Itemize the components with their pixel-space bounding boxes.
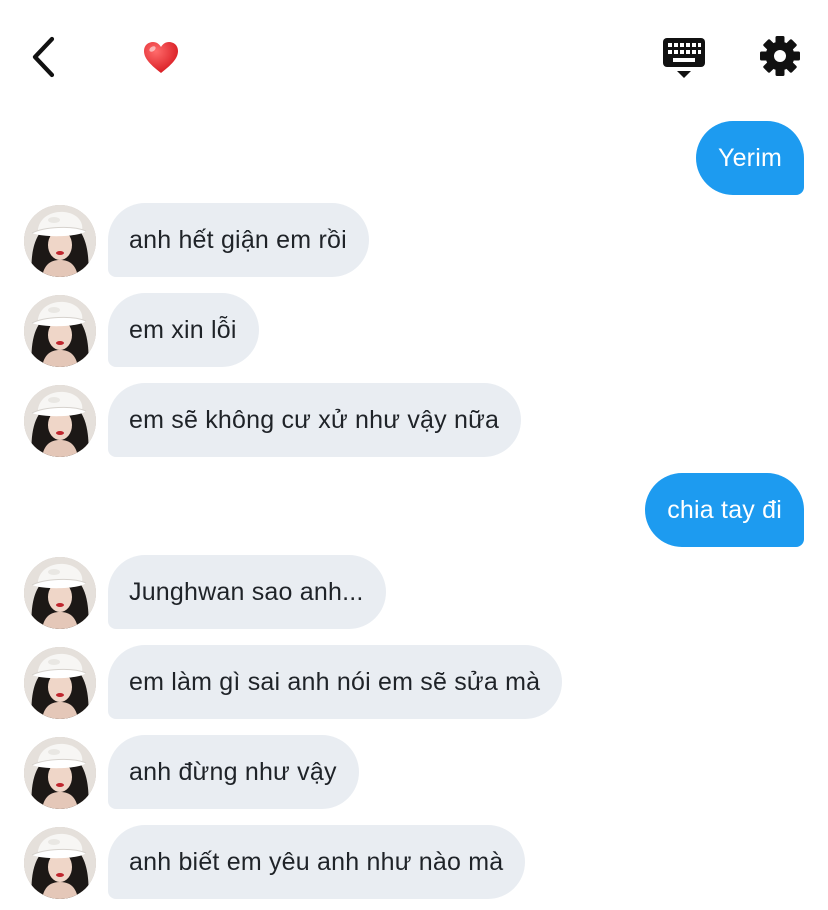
profile-photo [24, 385, 96, 457]
profile-photo [24, 295, 96, 367]
profile-photo [24, 205, 96, 277]
avatar[interactable] [24, 737, 96, 809]
profile-photo [24, 737, 96, 809]
avatar[interactable] [24, 205, 96, 277]
avatar[interactable] [24, 385, 96, 457]
message-bubble-incoming[interactable]: em làm gì sai anh nói em sẽ sửa mà [108, 645, 563, 719]
message-bubble-incoming[interactable]: Junghwan sao anh... [108, 555, 386, 629]
message-bubble-incoming[interactable]: em xin lỗi [108, 293, 259, 367]
avatar[interactable] [24, 557, 96, 629]
profile-photo [24, 827, 96, 899]
message-bubble-incoming[interactable]: anh đừng như vậy [108, 735, 359, 809]
avatar[interactable] [24, 827, 96, 899]
message-bubble-incoming[interactable]: anh hết giận em rồi [108, 203, 369, 277]
message-bubble-outgoing[interactable]: chia tay đi [645, 473, 804, 547]
message-thread: Yerim anh hết giận em rồi em xin lỗi em … [0, 0, 828, 910]
chat-screen: Yerim anh hết giận em rồi em xin lỗi em … [0, 0, 828, 910]
message-bubble-outgoing[interactable]: Yerim [696, 121, 804, 195]
avatar[interactable] [24, 647, 96, 719]
message-bubble-incoming[interactable]: em sẽ không cư xử như vậy nữa [108, 383, 522, 457]
profile-photo [24, 647, 96, 719]
avatar[interactable] [24, 295, 96, 367]
profile-photo [24, 557, 96, 629]
message-bubble-incoming[interactable]: anh biết em yêu anh như nào mà [108, 825, 526, 899]
